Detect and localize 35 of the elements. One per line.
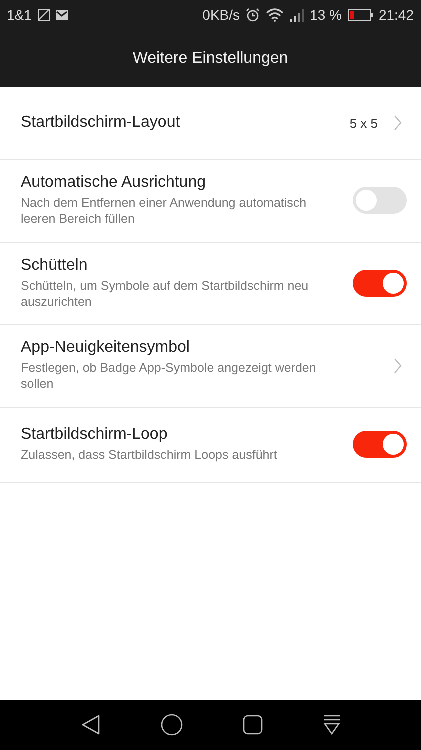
signal-icon bbox=[290, 8, 304, 22]
settings-row[interactable]: Schütteln Schütteln, um Symbole auf dem Startbildschirm neu auszurichten bbox=[0, 242, 421, 325]
chevron-icon bbox=[394, 115, 402, 131]
network-speed: 0KB/s bbox=[202, 7, 240, 23]
setting-title: Automatische Ausrichtung bbox=[21, 174, 207, 192]
recents-icon[interactable] bbox=[242, 715, 262, 735]
wifi-icon bbox=[266, 8, 284, 22]
setting-value: 5 x 5 bbox=[350, 116, 378, 130]
battery-icon bbox=[348, 9, 373, 21]
carrier-name: 1&1 bbox=[7, 7, 32, 23]
toggle-switch[interactable] bbox=[353, 270, 407, 297]
battery-percent: 13 % bbox=[310, 7, 342, 23]
toggle-switch[interactable] bbox=[353, 431, 407, 458]
setting-description: Zulassen, dass Startbildschirm Loops ausführt bbox=[21, 446, 278, 464]
setting-title: Startbildschirm-Layout bbox=[21, 114, 182, 132]
setting-title: Schütteln bbox=[21, 256, 89, 274]
setting-description: Festlegen, ob Badge App-Symbole angezeigt werden sollen bbox=[21, 360, 318, 392]
notification-pull-icon[interactable] bbox=[322, 715, 340, 735]
setting-description: Nach dem Entfernen einer Anwendung automatisch leeren Bereich füllen bbox=[21, 195, 308, 228]
setting-title: App-Neuigkeitensymbol bbox=[21, 339, 191, 357]
setting-description: Schütteln, um Symbole auf dem Startbildschirm neu auszurichten bbox=[21, 278, 310, 310]
mail-icon bbox=[56, 10, 68, 20]
settings-row[interactable]: App-Neuigkeitensymbol Festlegen, ob Badge App-Symbole angezeigt werden sollen bbox=[0, 325, 421, 408]
setting-title: Startbildschirm-Loop bbox=[21, 426, 169, 444]
image-icon bbox=[38, 9, 50, 21]
home-icon[interactable] bbox=[160, 714, 182, 736]
clock-time: 21:42 bbox=[378, 7, 414, 23]
settings-row[interactable]: Automatische Ausrichtung Nach dem Entfernen einer Anwendung automatisch leeren Bereich füllen bbox=[0, 160, 421, 242]
settings-row[interactable]: Startbildschirm-Loop Zulassen, dass Startbildschirm Loops ausführt bbox=[0, 408, 421, 482]
toggle-switch[interactable] bbox=[353, 187, 407, 214]
back-icon[interactable] bbox=[80, 714, 100, 736]
alarm-icon bbox=[246, 8, 260, 22]
screen-title: Weitere Einstellungen bbox=[132, 50, 288, 68]
settings-row[interactable]: Startbildschirm-Layout 5 x 5 bbox=[0, 87, 421, 160]
chevron-icon bbox=[394, 358, 402, 374]
